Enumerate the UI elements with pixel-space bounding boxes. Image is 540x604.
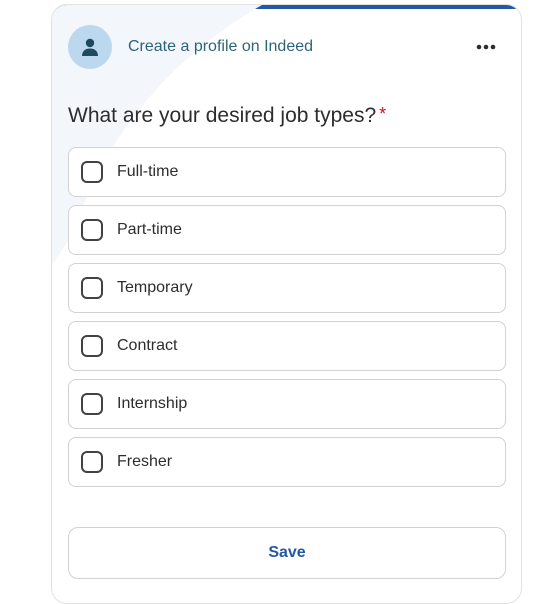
option-fresher[interactable]: Fresher bbox=[68, 437, 506, 487]
option-label: Contract bbox=[117, 337, 178, 354]
checkbox[interactable] bbox=[81, 393, 103, 415]
checkbox[interactable] bbox=[81, 277, 103, 299]
required-marker: * bbox=[379, 104, 387, 124]
option-label: Part-time bbox=[117, 221, 182, 238]
option-label: Full-time bbox=[117, 163, 179, 180]
question-text: What are your desired job types? bbox=[68, 104, 377, 127]
more-options-button[interactable] bbox=[472, 33, 500, 61]
checkbox[interactable] bbox=[81, 219, 103, 241]
option-label: Internship bbox=[117, 395, 188, 412]
header-title: Create a profile on Indeed bbox=[128, 38, 314, 55]
checkbox[interactable] bbox=[81, 161, 103, 183]
question-heading: What are your desired job types? * bbox=[68, 104, 386, 128]
checkbox[interactable] bbox=[81, 451, 103, 473]
option-temporary[interactable]: Temporary bbox=[68, 263, 506, 313]
checkbox[interactable] bbox=[81, 335, 103, 357]
profile-card: Create a profile on Indeed What are your… bbox=[51, 4, 522, 604]
option-label: Fresher bbox=[117, 453, 173, 470]
option-internship[interactable]: Internship bbox=[68, 379, 506, 429]
card-accent-bar bbox=[52, 5, 521, 9]
option-part-time[interactable]: Part-time bbox=[68, 205, 506, 255]
person-icon bbox=[82, 38, 98, 56]
option-full-time[interactable]: Full-time bbox=[68, 147, 506, 197]
profile-header: Create a profile on Indeed bbox=[68, 25, 508, 69]
avatar bbox=[68, 25, 112, 69]
more-horizontal-icon bbox=[476, 44, 496, 50]
option-contract[interactable]: Contract bbox=[68, 321, 506, 371]
job-type-options: Full-time Part-time Temporary Contract I… bbox=[68, 147, 506, 495]
option-label: Temporary bbox=[117, 279, 193, 296]
save-button[interactable]: Save bbox=[68, 527, 506, 579]
